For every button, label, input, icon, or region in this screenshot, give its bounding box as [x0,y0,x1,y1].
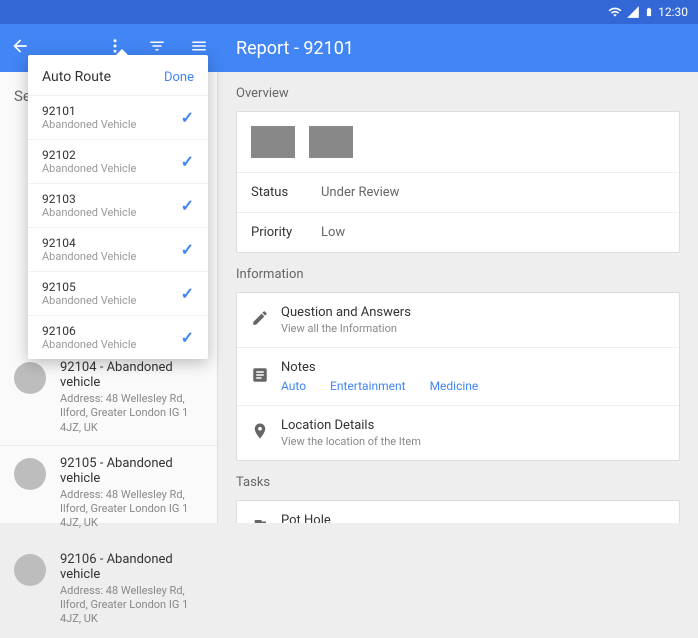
avatar [14,362,46,394]
info-row-location[interactable]: Location Details View the location of th… [237,405,679,460]
check-icon: ✓ [181,240,194,259]
battery-icon [644,5,654,19]
avatar [14,458,46,490]
done-button[interactable]: Done [164,70,194,85]
location-icon [251,422,281,444]
check-icon: ✓ [181,196,194,215]
info-row-qa[interactable]: Question and Answers View all the Inform… [237,293,679,347]
flag-icon [251,517,281,523]
list-item[interactable]: 92106 - Abandoned vehicle Address: 48 We… [0,542,217,638]
dropdown-item[interactable]: 92106Abandoned Vehicle✓ [28,315,208,359]
list-item[interactable]: 92104 - Abandoned vehicle Address: 48 We… [0,350,217,446]
wifi-icon [608,5,622,19]
dropdown-item[interactable]: 92104Abandoned Vehicle✓ [28,227,208,271]
check-icon: ✓ [181,284,194,303]
dropdown-item[interactable]: 92105Abandoned Vehicle✓ [28,271,208,315]
dropdown-item[interactable]: 92101Abandoned Vehicle✓ [28,95,208,139]
signal-icon [626,5,640,19]
section-header-tasks: Tasks [218,461,698,500]
check-icon: ✓ [181,328,194,347]
task-row[interactable]: Pot Hole Open [237,501,679,523]
info-row-notes[interactable]: Notes Auto Entertainment Medicine [237,347,679,405]
thumbnail[interactable] [251,126,295,158]
information-card: Question and Answers View all the Inform… [236,292,680,461]
avatar [14,554,46,586]
section-header-information: Information [218,253,698,292]
clock: 12:30 [658,5,688,19]
thumbnail[interactable] [309,126,353,158]
notes-icon [251,366,281,388]
check-icon: ✓ [181,108,194,127]
tasks-card: Pot Hole Open [236,500,680,523]
overview-card: Status Under Review Priority Low [236,111,680,253]
check-icon: ✓ [181,152,194,171]
chip[interactable]: Entertainment [330,379,406,393]
right-panel[interactable]: Overview Status Under Review Priority Lo… [218,72,698,523]
chip[interactable]: Medicine [430,379,479,393]
status-bar: 12:30 [0,0,698,24]
back-icon[interactable] [10,36,30,60]
dropdown-item[interactable]: 92102Abandoned Vehicle✓ [28,139,208,183]
list-item[interactable]: 92105 - Abandoned vehicle Address: 48 We… [0,446,217,542]
page-title: Report - 92101 [218,38,354,59]
chip[interactable]: Auto [281,379,306,393]
auto-route-dropdown: Auto Route Done 92101Abandoned Vehicle✓9… [28,55,208,359]
section-header-overview: Overview [218,72,698,111]
edit-icon [251,309,281,331]
dropdown-title: Auto Route [42,69,111,85]
dropdown-item[interactable]: 92103Abandoned Vehicle✓ [28,183,208,227]
